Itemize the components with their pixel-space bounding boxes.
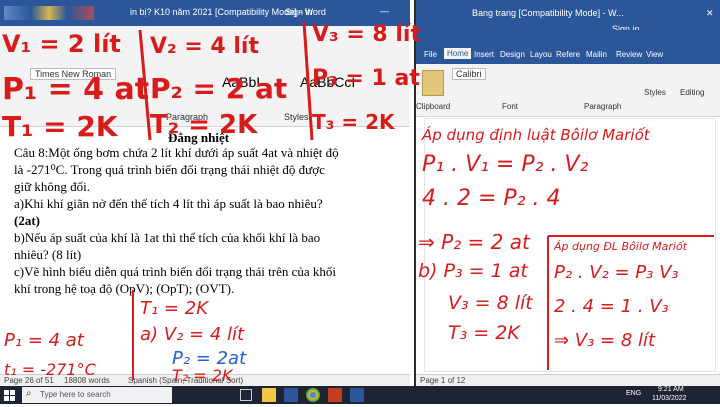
hand-p3: P₃ = 1 at [312,66,420,91]
windows-logo-icon [4,390,15,401]
hand-v2: V₂ = 4 lít [150,34,259,59]
hand-p2: P₂ = 2 at [150,72,288,105]
hand-b-v3: V₃ = 8 lít [448,292,533,314]
hand-eq4: 2 . 4 = 1 . V₃ [554,296,669,317]
taskbar-search-placeholder: Type here to search [40,390,111,399]
hand-t2: T₂ = 2K [150,110,258,140]
hand-t3: T₃ = 2K [312,110,395,134]
app-icon[interactable] [350,388,364,402]
hand-b-p3: b) P₃ = 1 at [418,260,528,282]
start-button[interactable] [4,389,16,401]
hand-law2: Áp dụng ĐL Bôilơ Mariốt [554,240,688,253]
hand-res2: ⇒ V₃ = 8 lít [554,330,656,351]
windows-taskbar: ⌕ Type here to search ENG 9:21 AM 11/03/… [0,386,720,404]
tray-time[interactable]: 9:21 AM [658,386,684,393]
chrome-icon[interactable] [306,388,320,402]
tray-language[interactable]: ENG [626,390,641,397]
hand-b-t3: T₃ = 2K [448,322,520,344]
hand-v1: V₁ = 2 lít [2,30,121,58]
powerpoint-icon[interactable] [328,388,342,402]
hand-res1: ⇒ P₂ = 2 at [418,230,530,254]
hand-v3: V₃ = 8 lít [312,22,421,47]
search-icon: ⌕ [26,388,32,399]
hand-t1: T₁ = 2K [2,110,118,143]
handwriting-left-layer: V₁ = 2 lít P₁ = 4 at T₁ = 2K V₂ = 4 lít … [0,0,421,386]
hand-p1: P₁ = 4 at [2,72,150,107]
hand-eq1: P₁ . V₁ = P₂ . V₂ [422,152,589,177]
hand-eq2: 4 . 2 = P₂ . 4 [422,186,561,211]
hand-eq3: P₂ . V₂ = P₃ V₃ [554,262,679,283]
hand-lower-t1: t₁ = -271°C [4,360,96,379]
tray-date[interactable]: 11/03/2022 [652,395,687,402]
hand-lower-T1: T₁ = 2K [140,298,208,319]
hand-law1: Áp dụng định luật Bôilơ Mariốt [422,126,650,144]
hand-lower-T2: T₂ = 2K [172,366,233,385]
file-explorer-icon[interactable] [262,388,276,402]
taskbar-search-box[interactable]: ⌕ Type here to search [22,387,172,403]
hand-lower-a: a) V₂ = 4 lít [140,324,245,345]
handwriting-right-layer: Áp dụng định luật Bôilơ Mariốt P₁ . V₁ =… [414,0,720,386]
word-app-icon[interactable] [284,388,298,402]
hand-lower-p1: P₁ = 4 at [4,330,84,351]
task-view-icon[interactable] [240,389,252,401]
